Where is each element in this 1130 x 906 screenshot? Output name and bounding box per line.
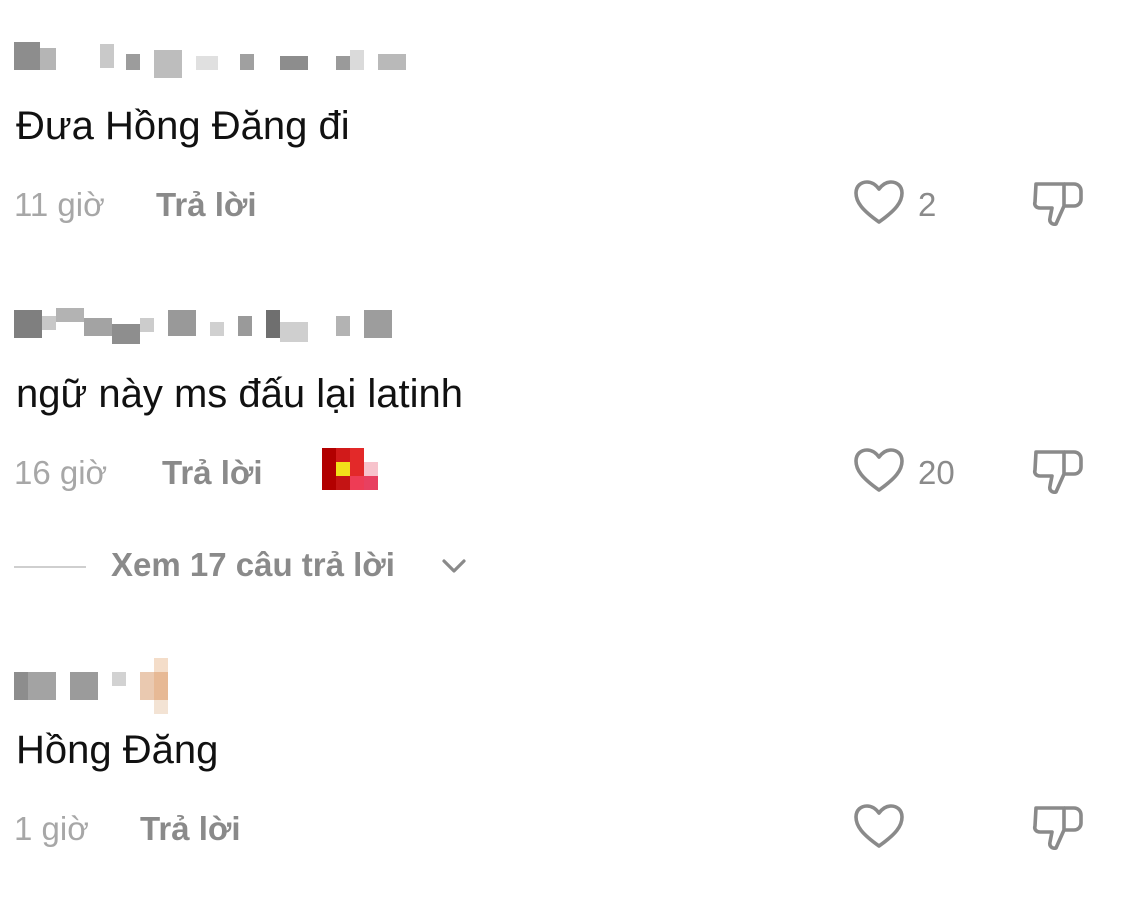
username-redacted[interactable] xyxy=(14,40,406,78)
dislike-button[interactable] xyxy=(1030,800,1086,854)
thumbs-down-outline-icon xyxy=(1032,806,1083,850)
username-redacted[interactable] xyxy=(14,308,394,344)
dislike-button[interactable] xyxy=(1030,444,1086,498)
heart-outline-icon xyxy=(854,804,904,848)
reply-button[interactable]: Trả lời xyxy=(156,186,257,224)
heart-outline-icon xyxy=(854,448,904,492)
heart-outline-icon xyxy=(854,180,904,224)
like-button[interactable] xyxy=(852,178,906,228)
comment-time: 1 giờ xyxy=(14,810,89,847)
divider-line xyxy=(14,566,86,568)
like-button[interactable] xyxy=(852,802,906,852)
like-button[interactable] xyxy=(852,446,906,496)
chevron-down-icon xyxy=(442,559,466,573)
view-replies-label[interactable]: Xem 17 câu trả lời xyxy=(111,546,395,584)
thumbs-down-outline-icon xyxy=(1032,182,1083,226)
like-count: 2 xyxy=(918,186,937,223)
comment-text: Hồng Đăng xyxy=(16,728,219,772)
view-replies-button[interactable]: Xem 17 câu trả lời xyxy=(0,540,600,590)
thumbs-down-outline-icon xyxy=(1032,450,1083,494)
reply-button[interactable]: Trả lời xyxy=(140,810,241,848)
username-redacted[interactable] xyxy=(14,656,394,716)
dislike-button[interactable] xyxy=(1030,176,1086,230)
comment-time: 11 giờ xyxy=(14,186,105,223)
like-count: 20 xyxy=(918,454,955,491)
comment-meta-row: 16 giờ Trả lời 20 xyxy=(0,446,1130,496)
reply-button[interactable]: Trả lời xyxy=(162,454,263,492)
comment-text: Đưa Hồng Đăng đi xyxy=(16,104,350,148)
comment-time: 16 giờ xyxy=(14,454,108,491)
comment-text: ngữ này ms đấu lại latinh xyxy=(16,372,464,416)
comment-meta-row: 11 giờ Trả lời 2 xyxy=(0,178,1130,228)
creator-liked-badge xyxy=(322,446,380,490)
comment-meta-row: 1 giờ Trả lời xyxy=(0,802,1130,852)
